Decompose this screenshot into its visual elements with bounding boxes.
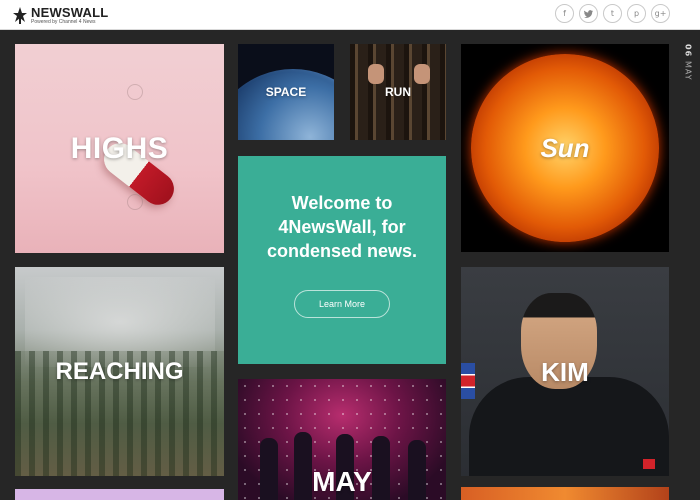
tile-run[interactable]: RUN [350, 44, 446, 140]
brand-subtitle: Powered by Channel 4 News [31, 18, 96, 25]
date-day: 06 [683, 44, 693, 58]
tumblr-icon[interactable]: t [603, 4, 622, 23]
twitter-icon[interactable] [579, 4, 598, 23]
pin-badge-image [643, 459, 655, 469]
tile-sun[interactable]: Sun [461, 44, 669, 252]
tile-highs-label: HIGHS [70, 131, 169, 165]
logo-text: NEWSWALL Powered by Channel 4 News [31, 6, 108, 25]
pinterest-icon[interactable]: p [627, 4, 646, 23]
tile-run-label: RUN [385, 85, 411, 99]
brand-name: NEWSWALL [31, 4, 109, 20]
tile-partial-orange[interactable] [461, 487, 669, 500]
tile-space-label: SPACE [265, 85, 307, 99]
hand-right-image [414, 64, 430, 84]
tile-reaching-label: REACHING [55, 357, 184, 385]
newswall-logo[interactable]: NEWSWALL Powered by Channel 4 News [13, 4, 108, 26]
welcome-message: Welcome to 4NewsWall, for condensed news… [266, 193, 418, 261]
googleplus-icon[interactable]: g+ [651, 4, 670, 23]
learn-more-button[interactable]: Learn More [294, 289, 390, 318]
sad-face-icon [127, 194, 143, 210]
flag-image [461, 363, 475, 399]
welcome-panel: Welcome to 4NewsWall, for condensed news… [238, 156, 446, 364]
earth-image [238, 69, 334, 140]
tile-space[interactable]: SPACE [238, 44, 334, 140]
tile-reaching[interactable]: REACHING [15, 267, 224, 476]
top-header: NEWSWALL Powered by Channel 4 News f t p… [0, 0, 700, 30]
facebook-icon[interactable]: f [555, 4, 574, 23]
date-month: MAY [683, 61, 693, 81]
social-links: f t p g+ [555, 4, 670, 23]
hand-left-image [368, 64, 384, 84]
channel4-logo-icon [13, 6, 27, 24]
tile-kim[interactable]: KIM [461, 267, 669, 476]
smiley-icon [127, 84, 143, 100]
tile-highs[interactable]: HIGHS [15, 44, 224, 253]
tile-may-label: MAY [312, 466, 372, 497]
tile-kim-label: KIM [541, 357, 589, 387]
tile-sun-label: Sun [540, 132, 590, 163]
tile-may[interactable]: MAY [238, 379, 446, 500]
date-indicator: 06 MAY [676, 44, 700, 84]
suit-image [469, 377, 669, 476]
tile-partial-purple[interactable] [15, 489, 224, 500]
